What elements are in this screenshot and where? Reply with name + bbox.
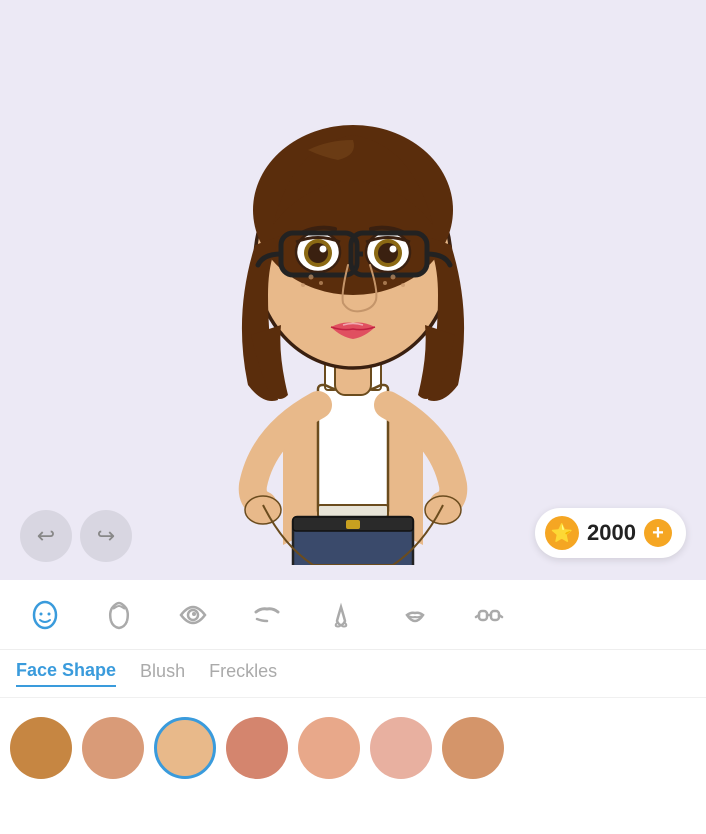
category-icons-row <box>0 580 706 650</box>
tab-freckles[interactable]: Freckles <box>209 661 277 686</box>
category-eyes-icon[interactable] <box>158 585 228 645</box>
swatch-5[interactable] <box>298 717 360 779</box>
swatch-1[interactable] <box>10 717 72 779</box>
swatch-7[interactable] <box>442 717 504 779</box>
add-coins-button[interactable]: + <box>644 519 672 547</box>
bottom-panel: Face Shape Blush Freckles <box>0 580 706 834</box>
avatar-container <box>163 45 543 565</box>
swatch-2[interactable] <box>82 717 144 779</box>
category-eyebrows-icon[interactable] <box>232 585 302 645</box>
subcategory-tabs: Face Shape Blush Freckles <box>0 650 706 698</box>
tab-face-shape[interactable]: Face Shape <box>16 660 116 687</box>
avatar-area: ↩ ↪ ⭐ 2000 + <box>0 0 706 580</box>
category-face-icon[interactable] <box>10 585 80 645</box>
undo-redo-controls: ↩ ↪ <box>20 510 132 562</box>
category-accessory-icon[interactable] <box>454 585 524 645</box>
coin-count: 2000 <box>587 520 636 546</box>
undo-button[interactable]: ↩ <box>20 510 72 562</box>
swatches-row <box>0 698 706 798</box>
swatch-3[interactable] <box>154 717 216 779</box>
tab-blush[interactable]: Blush <box>140 661 185 686</box>
swatch-4[interactable] <box>226 717 288 779</box>
category-nose-icon[interactable] <box>306 585 376 645</box>
category-hair-icon[interactable] <box>84 585 154 645</box>
redo-button[interactable]: ↪ <box>80 510 132 562</box>
coins-display: ⭐ 2000 + <box>535 508 686 558</box>
coin-star-icon: ⭐ <box>545 516 579 550</box>
swatch-6[interactable] <box>370 717 432 779</box>
category-lips-icon[interactable] <box>380 585 450 645</box>
